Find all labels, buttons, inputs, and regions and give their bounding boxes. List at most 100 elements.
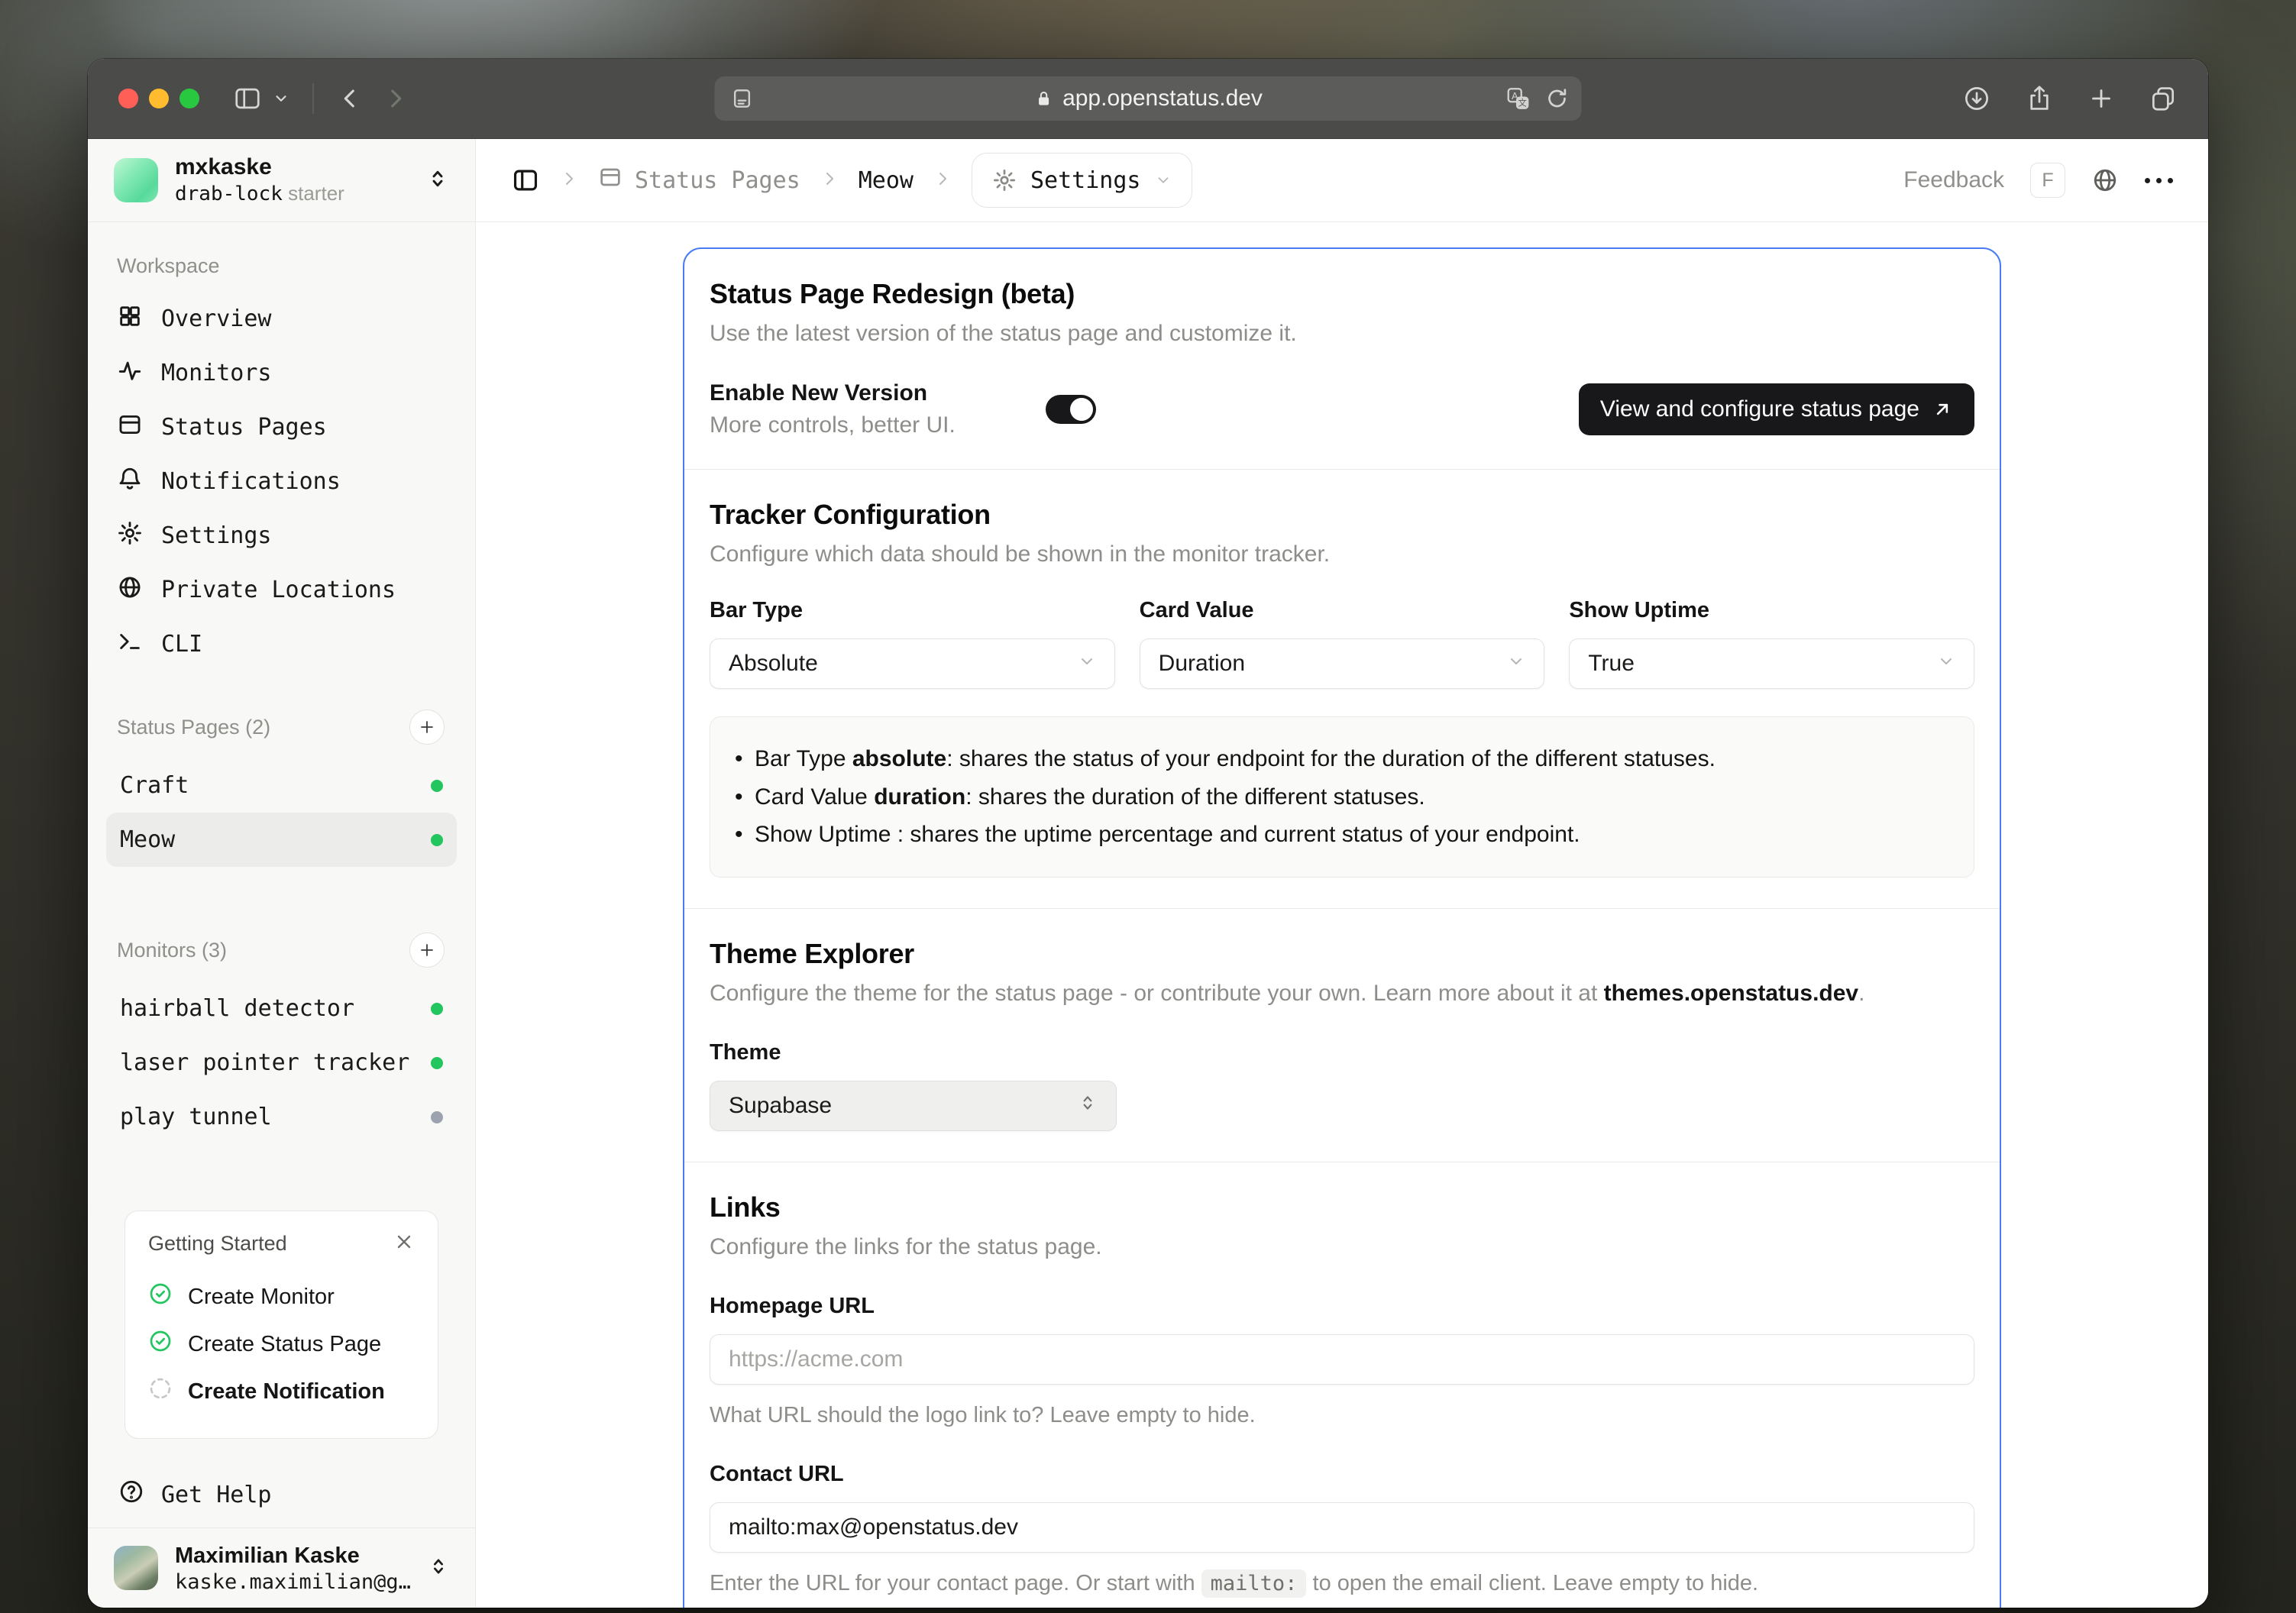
bar-type-select[interactable]: Absolute (710, 638, 1115, 689)
getting-started-label: Create Status Page (188, 1331, 382, 1356)
grid-icon (117, 303, 143, 335)
sidebar-item-private-locations[interactable]: Private Locations (106, 563, 457, 617)
sidebar-item-label: Overview (161, 305, 272, 332)
add-status-page-button[interactable] (409, 710, 445, 745)
downloads-icon[interactable] (1962, 84, 1991, 113)
svg-text:文: 文 (1518, 97, 1526, 108)
get-help-label: Get Help (161, 1481, 272, 1508)
tracker-notes-box: Bar Type absolute: shares the status of … (710, 716, 1974, 878)
sidebar-toggle-icon[interactable] (233, 84, 262, 113)
page-content: Status Page Redesign (beta) Use the late… (476, 222, 2208, 1608)
enable-new-version-description: More controls, better UI. (710, 412, 956, 438)
translate-icon[interactable]: A文 (1505, 86, 1531, 112)
sidebar-item-status-pages[interactable]: Status Pages (106, 400, 457, 454)
share-icon[interactable] (2025, 84, 2054, 113)
zoom-window-button[interactable] (179, 89, 199, 108)
section-title: Theme Explorer (710, 937, 914, 969)
section-title: Status Page Redesign (beta) (710, 278, 1075, 309)
section-title: Links (710, 1191, 781, 1223)
close-window-button[interactable] (118, 89, 138, 108)
globe-icon (117, 574, 143, 606)
section-theme-explorer: Theme Explorer Configure the theme for t… (684, 909, 2000, 1162)
homepage-url-input[interactable] (710, 1333, 1974, 1385)
getting-started-label: Create Monitor (188, 1284, 335, 1309)
check-circle-icon (148, 1282, 173, 1312)
chevron-right-icon (560, 170, 578, 192)
getting-started-create-monitor[interactable]: Create Monitor (148, 1273, 415, 1320)
breadcrumb-status-pages[interactable]: Status Pages (598, 165, 800, 196)
monitor-name: hairball detector (120, 995, 355, 1022)
status-dot-up (431, 1056, 443, 1069)
reader-icon[interactable] (730, 86, 755, 111)
forward-button-icon[interactable] (383, 86, 409, 112)
section-title: Tracker Configuration (710, 499, 991, 530)
add-monitor-button[interactable] (409, 933, 445, 968)
enable-new-version-label: Enable New Version (710, 380, 928, 406)
workspace-project: drab-lock (175, 183, 283, 206)
workspace-name: mxkaske (175, 154, 272, 180)
sidebar-item-monitors[interactable]: Monitors (106, 346, 457, 400)
monitor-item-hairball-detector[interactable]: hairball detector (106, 981, 457, 1036)
chevron-down-icon (1507, 651, 1525, 677)
chevron-down-icon (1937, 651, 1955, 677)
tab-group-chevron-icon[interactable] (273, 90, 289, 107)
enable-new-version-toggle[interactable] (1046, 395, 1096, 424)
user-menu[interactable]: Maximilian Kaske kaske.maximilian@gmail… (88, 1527, 475, 1608)
monitors-group-label: Monitors (3) (117, 933, 446, 968)
section-description: Configure which data should be shown in … (710, 541, 1331, 567)
sidebar-item-label: Private Locations (161, 577, 396, 603)
new-tab-icon[interactable] (2087, 85, 2115, 112)
tab-overview-icon[interactable] (2149, 84, 2178, 113)
getting-started-create-status-page[interactable]: Create Status Page (148, 1320, 415, 1368)
sidebar-item-label: Status Pages (161, 414, 327, 441)
address-bar[interactable]: app.openstatus.dev A文 (714, 76, 1582, 121)
status-page-item-craft[interactable]: Craft (106, 758, 457, 813)
getting-started-card: Getting Started Create Monitor Create St… (125, 1211, 438, 1439)
getting-started-label: Create Notification (188, 1379, 385, 1404)
dashed-circle-icon (148, 1376, 173, 1407)
language-globe-icon[interactable] (2091, 166, 2119, 194)
settings-dropdown[interactable]: Settings (972, 153, 1192, 208)
show-uptime-select[interactable]: True (1569, 638, 1974, 689)
theme-label: Theme (710, 1039, 781, 1065)
browser-toolbar: app.openstatus.dev A文 (88, 59, 2208, 139)
chevrons-up-down-icon (1078, 1093, 1098, 1119)
status-page-name: Meow (120, 826, 176, 853)
workspace-switcher[interactable]: mxkaske drab-lock starter (88, 139, 475, 222)
breadcrumb-current-page[interactable]: Meow (859, 167, 914, 194)
status-page-item-meow[interactable]: Meow (106, 813, 457, 867)
themes-link[interactable]: themes.openstatus.dev (1604, 981, 1858, 1006)
panel-top-icon (117, 412, 143, 444)
contact-url-input[interactable] (710, 1501, 1974, 1553)
chevrons-up-down-icon (426, 167, 449, 194)
settings-dropdown-label: Settings (1030, 166, 1141, 194)
getting-started-create-notification[interactable]: Create Notification (148, 1368, 415, 1415)
view-configure-status-page-button[interactable]: View and configure status page (1578, 383, 1974, 435)
section-description: Configure the theme for the status page … (710, 980, 1865, 1006)
section-redesign: Status Page Redesign (beta) Use the late… (684, 249, 2000, 469)
card-value-select[interactable]: Duration (1139, 638, 1545, 689)
user-email: kaske.maximilian@gmail… (175, 1569, 411, 1594)
monitor-item-laser-pointer-tracker[interactable]: laser pointer tracker (106, 1036, 457, 1090)
get-help-link[interactable]: Get Help (88, 1462, 475, 1527)
minimize-window-button[interactable] (149, 89, 169, 108)
bar-type-value: Absolute (729, 651, 818, 676)
reload-icon[interactable] (1545, 86, 1570, 111)
chevron-right-icon (820, 170, 839, 192)
sidebar-item-cli[interactable]: CLI (106, 617, 457, 671)
sidebar-item-notifications[interactable]: Notifications (106, 454, 457, 509)
more-options-icon[interactable] (2145, 177, 2173, 183)
tracker-note: Card Value duration: shares the duration… (729, 778, 1951, 816)
sidebar-item-settings[interactable]: Settings (106, 509, 457, 563)
theme-select[interactable]: Supabase (710, 1080, 1117, 1131)
section-description: Configure the links for the status page. (710, 1233, 1102, 1259)
close-icon[interactable] (393, 1231, 415, 1256)
monitor-item-play-tunnel[interactable]: play tunnel (106, 1090, 457, 1144)
status-dot-up (431, 1002, 443, 1015)
sidebar-item-overview[interactable]: Overview (106, 292, 457, 346)
homepage-url-help: What URL should the logo link to? Leave … (710, 1402, 1256, 1427)
feedback-button[interactable]: Feedback (1903, 167, 2004, 193)
collapse-sidebar-icon[interactable] (511, 166, 540, 195)
help-circle-icon (118, 1479, 144, 1511)
back-button-icon[interactable] (337, 86, 363, 112)
